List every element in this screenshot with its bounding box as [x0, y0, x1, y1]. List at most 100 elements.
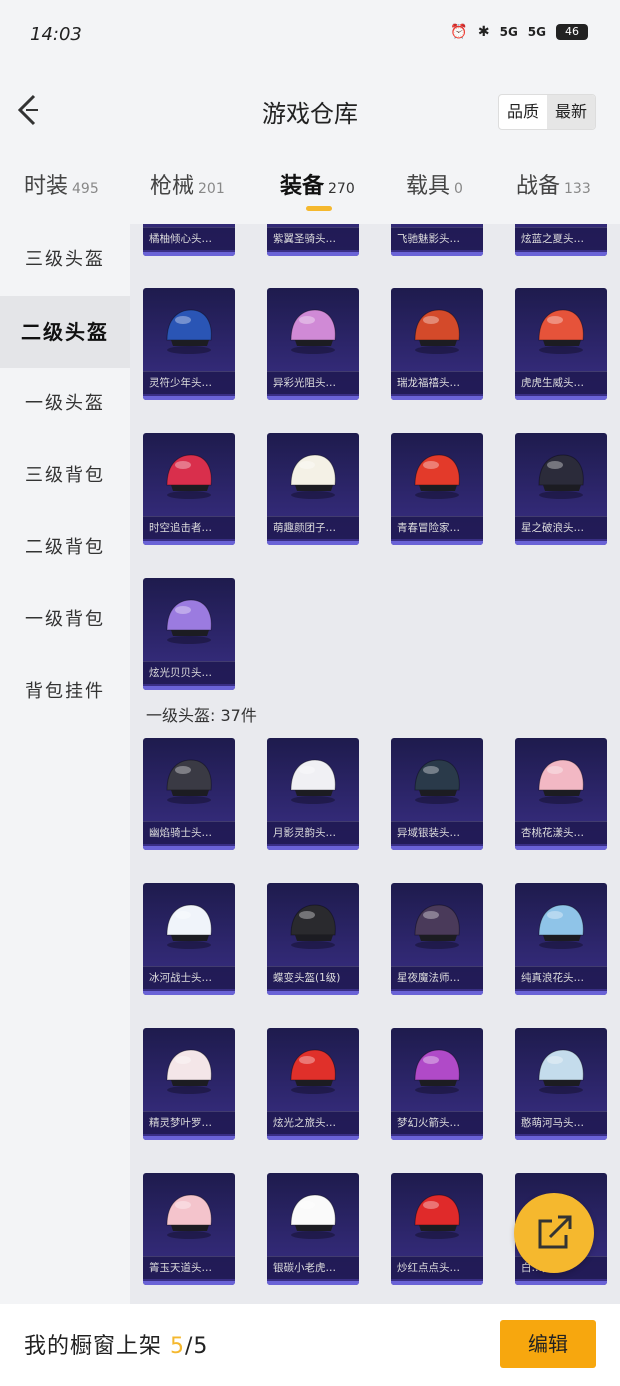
item-name: 星之破浪头…	[515, 516, 607, 539]
helmet-icon	[538, 904, 584, 949]
item-card[interactable]: 时空追击者…	[143, 433, 235, 545]
item-card[interactable]: 银碳小老虎…	[267, 1173, 359, 1285]
item-card[interactable]: 飞驰魅影头…	[391, 224, 483, 256]
item-name: 憨萌河马头…	[515, 1111, 607, 1134]
status-bar: 14:03 ⏰ ✱ 5G 5G 46	[0, 0, 620, 72]
item-card[interactable]: 杏桃花漾头…	[515, 738, 607, 850]
tab-guns[interactable]: 枪械 201	[150, 168, 225, 200]
helmet-icon	[290, 904, 336, 949]
card-stripe	[143, 541, 235, 545]
sidebar-item-level1-helmet[interactable]: 一级头盔	[0, 368, 130, 440]
item-card[interactable]: 月影灵韵头…	[267, 738, 359, 850]
item-card[interactable]: 幽焰骑士头…	[143, 738, 235, 850]
item-card[interactable]: 憨萌河马头…	[515, 1028, 607, 1140]
card-stripe	[267, 1136, 359, 1140]
card-stripe	[143, 1281, 235, 1285]
helmet-icon	[538, 309, 584, 354]
item-name: 蝶变头盔(1级)	[267, 966, 359, 989]
item-card[interactable]: 箐玉天道头…	[143, 1173, 235, 1285]
card-stripe	[391, 541, 483, 545]
sidebar-item-level3-helmet[interactable]: 三级头盔	[0, 224, 130, 296]
card-stripe	[391, 252, 483, 256]
clock: 14:03	[30, 24, 82, 45]
item-card[interactable]: 灵符少年头…	[143, 288, 235, 400]
item-card[interactable]: 蝶变头盔(1级)	[267, 883, 359, 995]
item-card[interactable]: 异彩光阻头…	[267, 288, 359, 400]
sidebar-item-level2-backpack[interactable]: 二级背包	[0, 512, 130, 584]
item-name: 瑞龙福禧头…	[391, 371, 483, 394]
card-stripe	[267, 1281, 359, 1285]
item-card[interactable]: 虎虎生威头…	[515, 288, 607, 400]
helmet-icon	[414, 759, 460, 804]
tab-supplies[interactable]: 战备 133	[516, 168, 591, 200]
item-name: 飞驰魅影头…	[391, 227, 483, 250]
item-grid: 一级头盔: 37件 橘柚倾心头… 紫翼圣骑头… 飞驰魅影头… 炫蓝之夏头… 灵符少年头……	[130, 224, 620, 1304]
signal-icon-2: 5G	[527, 25, 546, 39]
item-card[interactable]: 炫光贝贝头…	[143, 578, 235, 690]
helmet-icon	[290, 309, 336, 354]
item-name: 炫光之旅头…	[267, 1111, 359, 1134]
item-card[interactable]: 炒红点点头…	[391, 1173, 483, 1285]
item-card[interactable]: 橘柚倾心头…	[143, 224, 235, 256]
sidebar-item-level1-backpack[interactable]: 一级背包	[0, 584, 130, 656]
card-stripe	[391, 1136, 483, 1140]
item-name: 银碳小老虎…	[267, 1256, 359, 1279]
item-card[interactable]: 异域银装头…	[391, 738, 483, 850]
card-stripe	[267, 252, 359, 256]
helmet-icon	[166, 599, 212, 644]
item-name: 精灵梦叶罗…	[143, 1111, 235, 1134]
status-icons: ⏰ ✱ 5G 5G 46	[450, 24, 588, 40]
share-button[interactable]	[514, 1193, 594, 1273]
sidebar-item-backpack-charm[interactable]: 背包挂件	[0, 656, 130, 728]
card-stripe	[391, 1281, 483, 1285]
card-stripe	[515, 991, 607, 995]
sidebar-item-level2-helmet[interactable]: 二级头盔	[0, 296, 130, 368]
sidebar-item-level3-backpack[interactable]: 三级背包	[0, 440, 130, 512]
item-card[interactable]: 萌趣颜团子…	[267, 433, 359, 545]
sort-quality-button[interactable]: 品质	[499, 95, 547, 129]
item-card[interactable]: 炫光之旅头…	[267, 1028, 359, 1140]
header: 游戏仓库 品质 最新	[0, 72, 620, 148]
item-name: 异彩光阻头…	[267, 371, 359, 394]
battery-icon: 46	[556, 24, 588, 40]
edit-button[interactable]: 编辑	[500, 1320, 596, 1368]
card-stripe	[391, 991, 483, 995]
tab-vehicles[interactable]: 载具 0	[406, 168, 463, 200]
item-card[interactable]: 青春冒险家…	[391, 433, 483, 545]
item-card[interactable]: 炫蓝之夏头…	[515, 224, 607, 256]
item-name: 月影灵韵头…	[267, 821, 359, 844]
item-card[interactable]: 紫翼圣骑头…	[267, 224, 359, 256]
item-name: 纯真浪花头…	[515, 966, 607, 989]
card-stripe	[143, 686, 235, 690]
item-card[interactable]: 精灵梦叶罗…	[143, 1028, 235, 1140]
item-card[interactable]: 星夜魔法师…	[391, 883, 483, 995]
sort-newest-button[interactable]: 最新	[546, 95, 595, 129]
card-stripe	[267, 396, 359, 400]
item-name: 时空追击者…	[143, 516, 235, 539]
item-card[interactable]: 冰河战士头…	[143, 883, 235, 995]
item-card[interactable]: 纯真浪花头…	[515, 883, 607, 995]
helmet-icon	[166, 1049, 212, 1094]
item-card[interactable]: 瑞龙福禧头…	[391, 288, 483, 400]
card-stripe	[515, 846, 607, 850]
card-stripe	[515, 252, 607, 256]
helmet-icon	[414, 1194, 460, 1239]
item-name: 炫蓝之夏头…	[515, 227, 607, 250]
item-name: 灵符少年头…	[143, 371, 235, 394]
card-stripe	[267, 991, 359, 995]
card-stripe	[391, 846, 483, 850]
helmet-icon	[538, 759, 584, 804]
helmet-icon	[414, 309, 460, 354]
helmet-icon	[166, 1194, 212, 1239]
item-card[interactable]: 星之破浪头…	[515, 433, 607, 545]
helmet-icon	[414, 454, 460, 499]
tab-fashion[interactable]: 时装 495	[24, 168, 99, 200]
card-stripe	[267, 541, 359, 545]
share-icon	[538, 1213, 574, 1249]
sort-toggle[interactable]: 品质 最新	[497, 94, 596, 130]
item-name: 青春冒险家…	[391, 516, 483, 539]
card-stripe	[515, 1136, 607, 1140]
item-name: 萌趣颜团子…	[267, 516, 359, 539]
item-card[interactable]: 梦幻火箭头…	[391, 1028, 483, 1140]
tab-equipment[interactable]: 装备 270	[280, 168, 355, 200]
